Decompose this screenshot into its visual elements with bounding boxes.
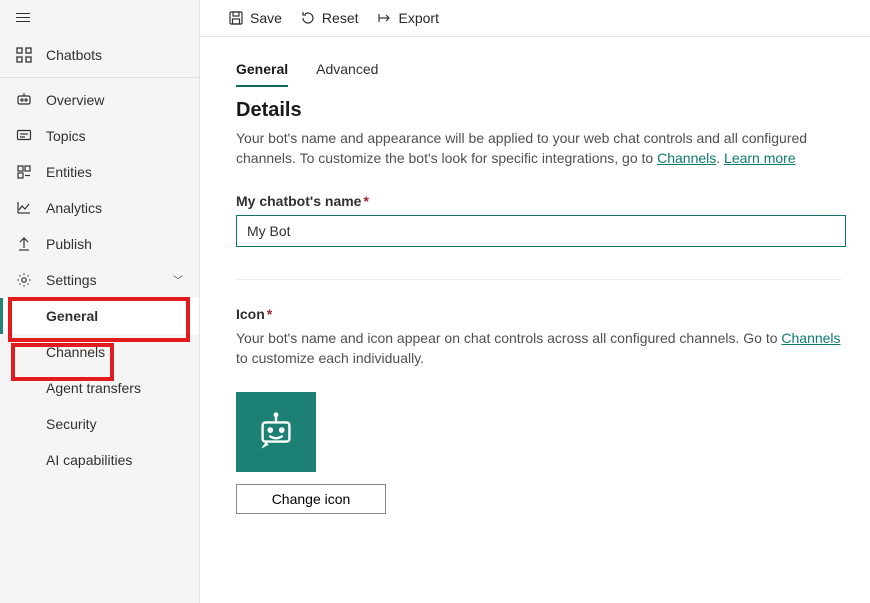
nav-label: Publish	[46, 236, 92, 252]
save-icon	[228, 10, 244, 26]
chat-icon	[16, 128, 32, 144]
tabs: General Advanced	[236, 55, 842, 87]
sidebar-subitem-agent-transfers[interactable]: Agent transfers	[0, 370, 199, 406]
nav-sub-label: Channels	[46, 344, 105, 360]
export-icon	[377, 10, 393, 26]
sidebar-item-settings[interactable]: Settings ︿	[0, 262, 199, 298]
chart-line-icon	[16, 200, 32, 216]
change-icon-button[interactable]: Change icon	[236, 484, 386, 514]
required-asterisk: *	[363, 193, 368, 209]
label-text: My chatbot's name	[236, 193, 361, 209]
reset-button[interactable]: Reset	[300, 10, 359, 26]
reset-icon	[300, 10, 316, 26]
nav-label: Analytics	[46, 200, 102, 216]
grid-icon	[16, 47, 32, 63]
chatbot-name-input[interactable]	[236, 215, 846, 247]
nav-sub-label: General	[46, 308, 98, 324]
tab-label: Advanced	[316, 61, 378, 77]
upload-icon	[16, 236, 32, 252]
sidebar-item-chatbots[interactable]: Chatbots	[0, 37, 199, 73]
tab-general[interactable]: General	[236, 55, 288, 87]
save-label: Save	[250, 10, 282, 26]
sidebar-subitem-general[interactable]: General	[0, 298, 199, 334]
nav-sub-label: Agent transfers	[46, 380, 141, 396]
content-area: General Advanced Details Your bot's name…	[200, 37, 870, 603]
reset-label: Reset	[322, 10, 359, 26]
label-text: Icon	[236, 306, 265, 322]
sidebar-item-publish[interactable]: Publish	[0, 226, 199, 262]
bot-icon-preview	[236, 392, 316, 472]
sidebar-item-topics[interactable]: Topics	[0, 118, 199, 154]
main-panel: Save Reset Export General Advanced Detai…	[200, 0, 870, 603]
required-asterisk: *	[267, 306, 272, 322]
nav-label: Topics	[46, 128, 86, 144]
sidebar-item-analytics[interactable]: Analytics	[0, 190, 199, 226]
section-divider	[236, 279, 842, 280]
sidebar-subitem-security[interactable]: Security	[0, 406, 199, 442]
sidebar: Chatbots Overview Topics Entities A	[0, 0, 200, 603]
tab-advanced[interactable]: Advanced	[316, 55, 378, 87]
bot-outline-icon	[16, 92, 32, 108]
toolbar: Save Reset Export	[200, 0, 870, 37]
icon-label: Icon*	[236, 306, 842, 322]
chevron-up-icon: ︿	[173, 273, 183, 288]
tab-label: General	[236, 61, 288, 77]
export-button[interactable]: Export	[377, 10, 439, 26]
nav-label: Overview	[46, 92, 104, 108]
nav-label: Entities	[46, 164, 92, 180]
nav-divider	[0, 77, 199, 78]
icon-description: Your bot's name and icon appear on chat …	[236, 328, 842, 369]
sidebar-item-entities[interactable]: Entities	[0, 154, 199, 190]
chatbot-name-label: My chatbot's name*	[236, 193, 842, 209]
bot-icon	[253, 409, 299, 455]
nav-sub-label: Security	[46, 416, 97, 432]
nav-label: Chatbots	[46, 47, 102, 63]
channels-link[interactable]: Channels	[657, 150, 716, 166]
export-label: Export	[399, 10, 439, 26]
nav-label: Settings	[46, 272, 97, 288]
nav-sub-label: AI capabilities	[46, 452, 132, 468]
desc-text-2: to customize each individually.	[236, 350, 424, 366]
details-description: Your bot's name and appearance will be a…	[236, 128, 842, 169]
hamburger-menu[interactable]	[0, 0, 199, 37]
entities-icon	[16, 164, 32, 180]
gear-icon	[16, 272, 32, 288]
sidebar-subitem-ai-capabilities[interactable]: AI capabilities	[0, 442, 199, 478]
hamburger-icon	[16, 10, 30, 24]
desc-text: Your bot's name and icon appear on chat …	[236, 330, 781, 346]
sidebar-item-overview[interactable]: Overview	[0, 82, 199, 118]
save-button[interactable]: Save	[228, 10, 282, 26]
desc-sep: .	[716, 150, 724, 166]
channels-link-2[interactable]: Channels	[781, 330, 840, 346]
learn-more-link[interactable]: Learn more	[724, 150, 796, 166]
section-heading-details: Details	[236, 99, 842, 122]
sidebar-subitem-channels[interactable]: Channels	[0, 334, 199, 370]
